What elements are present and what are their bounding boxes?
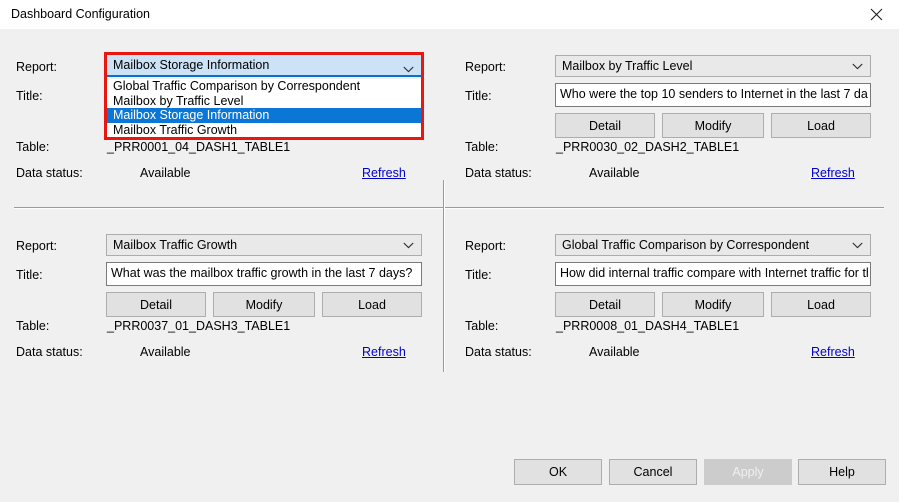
title-input-dash4[interactable]: How did internal traffic compare with In…: [555, 262, 871, 286]
dropdown-option-2[interactable]: Mailbox Storage Information: [107, 108, 421, 123]
label-data-status-dash4: Data status:: [465, 345, 532, 359]
close-button[interactable]: [853, 0, 899, 29]
refresh-link-dash4[interactable]: Refresh: [811, 345, 855, 359]
report-dropdown-list-dash1[interactable]: Global Traffic Comparison by Corresponde…: [107, 79, 421, 137]
chevron-down-icon: [403, 62, 414, 73]
horizontal-divider: [14, 207, 884, 209]
refresh-link-dash1[interactable]: Refresh: [362, 166, 406, 180]
label-report-dash2: Report:: [465, 60, 506, 74]
detail-button-dash4[interactable]: Detail: [555, 292, 655, 317]
report-combobox-dash4[interactable]: Global Traffic Comparison by Corresponde…: [555, 234, 871, 256]
modify-button-dash4[interactable]: Modify: [662, 292, 764, 317]
report-combobox-value-dash3: Mailbox Traffic Growth: [113, 238, 238, 252]
label-table-dash1: Table:: [16, 140, 50, 154]
label-table-dash4: Table:: [465, 319, 499, 333]
title-input-value-dash2: Who were the top 10 senders to Internet …: [560, 87, 868, 101]
detail-button-dash2[interactable]: Detail: [555, 113, 655, 138]
value-data-status-dash3: Available: [140, 345, 191, 359]
dialog-client-area: Report: Title: Table: Data status: _PRR0…: [0, 29, 899, 502]
value-data-status-dash1: Available: [140, 166, 191, 180]
report-combobox-value-dash1: Mailbox Storage Information: [113, 58, 270, 72]
report-dropdown-expanded-dash1[interactable]: Mailbox Storage Information Global Traff…: [104, 52, 424, 140]
label-data-status-dash3: Data status:: [16, 345, 83, 359]
report-combobox-dash1[interactable]: Mailbox Storage Information: [107, 55, 421, 77]
modify-button-dash2[interactable]: Modify: [662, 113, 764, 138]
label-title-dash4: Title:: [465, 268, 492, 282]
title-input-dash2[interactable]: Who were the top 10 senders to Internet …: [555, 83, 871, 107]
label-title-dash1: Title:: [16, 89, 43, 103]
value-table-dash3: _PRR0037_01_DASH3_TABLE1: [107, 319, 291, 333]
value-table-dash2: _PRR0030_02_DASH2_TABLE1: [556, 140, 740, 154]
refresh-link-dash2[interactable]: Refresh: [811, 166, 855, 180]
report-combobox-value-dash2: Mailbox by Traffic Level: [562, 59, 693, 73]
value-data-status-dash4: Available: [589, 345, 640, 359]
report-combobox-dash2[interactable]: Mailbox by Traffic Level: [555, 55, 871, 77]
cancel-button[interactable]: Cancel: [609, 459, 697, 485]
label-title-dash3: Title:: [16, 268, 43, 282]
label-data-status-dash2: Data status:: [465, 166, 532, 180]
modify-button-dash3[interactable]: Modify: [213, 292, 315, 317]
label-data-status-dash1: Data status:: [16, 166, 83, 180]
label-report-dash3: Report:: [16, 239, 57, 253]
load-button-dash3[interactable]: Load: [322, 292, 422, 317]
chevron-down-icon: [403, 242, 414, 249]
refresh-link-dash3[interactable]: Refresh: [362, 345, 406, 359]
label-report-dash4: Report:: [465, 239, 506, 253]
dropdown-option-3[interactable]: Mailbox Traffic Growth: [107, 123, 421, 138]
dropdown-option-1[interactable]: Mailbox by Traffic Level: [107, 94, 421, 109]
load-button-dash4[interactable]: Load: [771, 292, 871, 317]
vertical-divider: [443, 180, 445, 372]
report-combobox-value-dash4: Global Traffic Comparison by Corresponde…: [562, 238, 810, 252]
value-table-dash1: _PRR0001_04_DASH1_TABLE1: [107, 140, 291, 154]
title-input-dash3[interactable]: What was the mailbox traffic growth in t…: [106, 262, 422, 286]
dropdown-option-0[interactable]: Global Traffic Comparison by Corresponde…: [107, 79, 421, 94]
apply-button: Apply: [704, 459, 792, 485]
chevron-down-icon: [852, 242, 863, 249]
ok-button[interactable]: OK: [514, 459, 602, 485]
label-table-dash2: Table:: [465, 140, 499, 154]
title-input-value-dash3: What was the mailbox traffic growth in t…: [111, 266, 413, 280]
title-input-value-dash4: How did internal traffic compare with In…: [560, 266, 868, 280]
label-report-dash1: Report:: [16, 60, 57, 74]
label-title-dash2: Title:: [465, 89, 492, 103]
chevron-down-icon: [852, 63, 863, 70]
load-button-dash2[interactable]: Load: [771, 113, 871, 138]
report-combobox-dash3[interactable]: Mailbox Traffic Growth: [106, 234, 422, 256]
label-table-dash3: Table:: [16, 319, 50, 333]
window-title: Dashboard Configuration: [11, 7, 150, 21]
dashboard-configuration-dialog: Dashboard Configuration Report: Title: T…: [0, 0, 899, 502]
title-bar: Dashboard Configuration: [0, 0, 899, 30]
value-data-status-dash2: Available: [589, 166, 640, 180]
value-table-dash4: _PRR0008_01_DASH4_TABLE1: [556, 319, 740, 333]
detail-button-dash3[interactable]: Detail: [106, 292, 206, 317]
help-button[interactable]: Help: [798, 459, 886, 485]
close-icon: [870, 8, 883, 21]
